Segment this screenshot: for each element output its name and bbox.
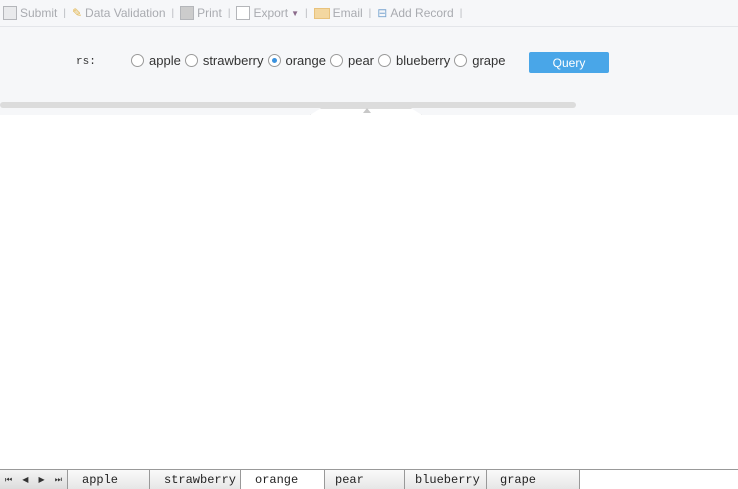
radio-strawberry[interactable]: strawberry <box>184 53 264 68</box>
sheet-tab-bar: ⏮ ◀ ▶ ⏭ apple strawberry orange pear blu… <box>0 469 738 489</box>
toolbar: Submit | ✎ Data Validation | Print | Export ▼… <box>0 0 738 27</box>
save-icon <box>3 6 17 20</box>
sheet-tab-apple[interactable]: apple <box>68 470 150 489</box>
radio-blueberry[interactable]: blueberry <box>378 53 450 68</box>
sheet-tab-grape[interactable]: grape <box>487 470 580 489</box>
dropdown-caret-icon: ▼ <box>291 8 300 18</box>
sheet-tab-strawberry[interactable]: strawberry <box>150 470 241 489</box>
separator: | <box>305 7 308 19</box>
radio-circle <box>329 54 343 67</box>
email-button[interactable]: Email <box>311 6 366 20</box>
radio-pear[interactable]: pear <box>329 53 374 68</box>
radio-circle <box>131 54 144 67</box>
radio-apple[interactable]: apple <box>131 53 181 68</box>
query-button[interactable]: Query <box>529 52 609 73</box>
fruit-radio-group: apple strawberry orange pear blueberry g… <box>131 53 509 68</box>
collapse-arrow-icon <box>363 108 371 113</box>
horizontal-scrollbar[interactable] <box>0 102 576 108</box>
radio-grape[interactable]: grape <box>454 53 505 68</box>
radio-circle-selected <box>267 54 281 67</box>
separator: | <box>368 7 372 19</box>
parameter-label: rs: <box>76 56 96 68</box>
sheet-nav: ⏮ ◀ ▶ ⏭ <box>0 470 68 489</box>
add-record-icon: ⊟ <box>377 6 388 20</box>
add-record-button[interactable]: ⊟ Add Record <box>374 6 456 20</box>
submit-button[interactable]: Submit <box>0 6 60 20</box>
separator: | <box>63 7 66 19</box>
radio-circle <box>454 54 468 67</box>
radio-orange[interactable]: orange <box>267 53 326 68</box>
printer-icon <box>180 6 195 20</box>
prev-sheet-icon[interactable]: ◀ <box>22 475 28 484</box>
last-sheet-icon[interactable]: ⏭ <box>55 475 62 485</box>
first-sheet-icon[interactable]: ⏮ <box>5 475 12 485</box>
print-button[interactable]: Print <box>177 6 225 20</box>
separator: | <box>459 7 463 19</box>
data-validation-button[interactable]: ✎ Data Validation <box>69 6 169 20</box>
export-button[interactable]: Export ▼ <box>233 6 302 20</box>
sheet-tab-blueberry[interactable]: blueberry <box>405 470 487 489</box>
radio-circle <box>378 54 392 67</box>
separator: | <box>171 7 175 19</box>
separator: | <box>227 7 231 19</box>
radio-circle <box>184 54 198 67</box>
sheet-tab-orange[interactable]: orange <box>241 470 325 489</box>
envelope-icon <box>313 7 330 19</box>
sheet-tab-pear[interactable]: pear <box>325 470 405 489</box>
next-sheet-icon[interactable]: ▶ <box>39 475 45 484</box>
query-form: rs: apple strawberry orange pear blueber… <box>0 27 738 115</box>
export-icon <box>236 6 251 20</box>
wand-icon: ✎ <box>71 6 83 20</box>
